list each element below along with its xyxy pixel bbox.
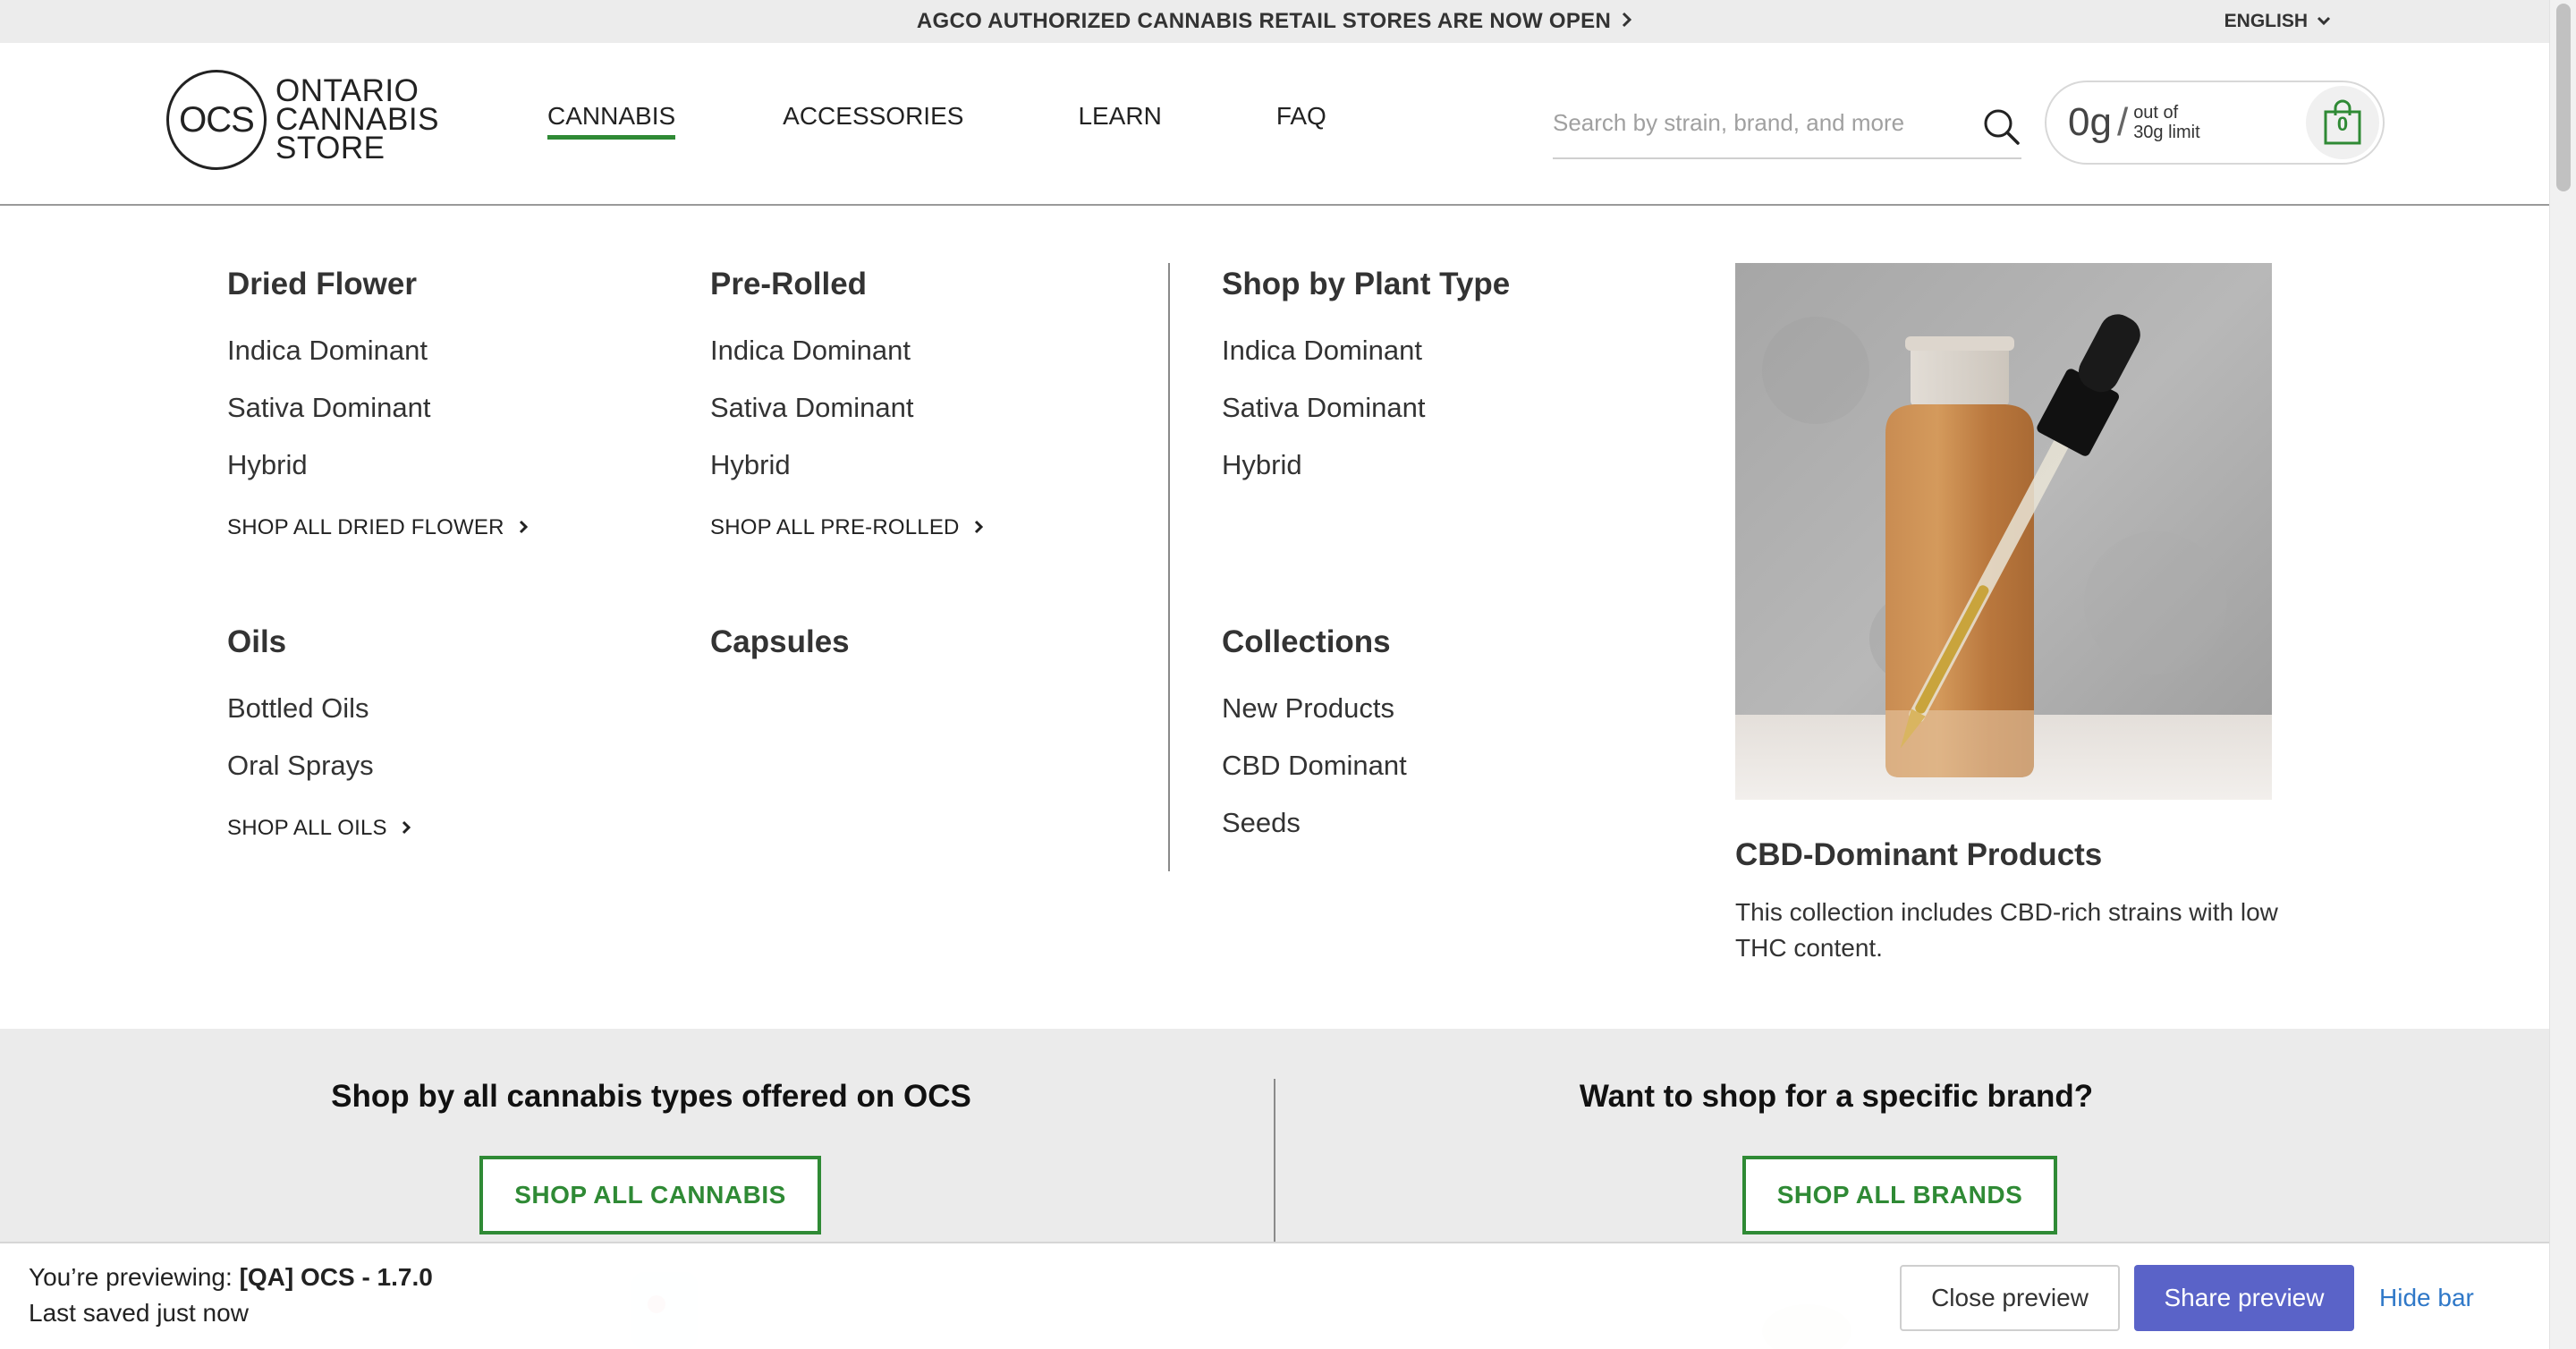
language-selector[interactable]: ENGLISH <box>2224 0 2331 43</box>
shop-all-brands-button[interactable]: SHOP ALL BRANDS <box>1742 1156 2057 1234</box>
preview-status: You’re previewing: [QA] OCS - 1.7.0 <box>29 1263 433 1292</box>
menu-link[interactable]: Sativa Dominant <box>710 379 983 437</box>
menu-link[interactable]: Sativa Dominant <box>227 379 528 437</box>
menu-group-capsules: Capsules <box>710 624 850 680</box>
shop-all-cannabis-section: Shop by all cannabis types offered on OC… <box>0 1029 1275 1243</box>
shop-all-dried-flower-link[interactable]: SHOP ALL DRIED FLOWER <box>227 515 528 540</box>
preview-theme-name: [QA] OCS - 1.7.0 <box>239 1263 433 1291</box>
hide-bar-link[interactable]: Hide bar <box>2379 1265 2474 1331</box>
preview-saved: Last saved just now <box>29 1299 249 1327</box>
logo-mark: OCS <box>166 70 267 170</box>
chevron-right-icon <box>1622 12 1632 32</box>
menu-link[interactable]: Oral Sprays <box>227 737 411 794</box>
group-title[interactable]: Pre-Rolled <box>710 267 983 302</box>
cart-count: 0 <box>2336 113 2349 135</box>
group-title: Shop by Plant Type <box>1222 267 1511 301</box>
announcement-text[interactable]: AGCO AUTHORIZED CANNABIS RETAIL STORES A… <box>917 9 1611 34</box>
menu-link[interactable]: Sativa Dominant <box>1222 379 1510 437</box>
menu-link[interactable]: New Products <box>1222 680 1407 737</box>
shop-all-band: Shop by all cannabis types offered on OC… <box>0 1029 2549 1243</box>
ocs-logo[interactable]: OCS ONTARIO CANNABIS STORE <box>166 70 439 170</box>
main-nav: CANNABIS ACCESSORIES LEARN FAQ <box>547 102 1434 140</box>
shop-all-pre-rolled-link[interactable]: SHOP ALL PRE-ROLLED <box>710 515 983 540</box>
menu-group-pre-rolled: Pre-Rolled Indica Dominant Sativa Domina… <box>710 267 983 540</box>
menu-link[interactable]: CBD Dominant <box>1222 737 1407 794</box>
band-title: Shop by all cannabis types offered on OC… <box>331 1079 971 1114</box>
cart-limit: out of 30g limit <box>2133 103 2199 142</box>
logo-line: STORE <box>275 131 386 165</box>
logo-wordmark: ONTARIO CANNABIS STORE <box>275 75 439 165</box>
menu-link[interactable]: Hybrid <box>710 437 983 494</box>
promo-image[interactable] <box>1735 263 2272 800</box>
group-title[interactable]: Dried Flower <box>227 267 528 302</box>
menu-link[interactable]: Bottled Oils <box>227 680 411 737</box>
shopping-bag-icon[interactable]: 0 <box>2306 86 2379 159</box>
menu-group-collections: Collections New Products CBD Dominant Se… <box>1222 624 1407 852</box>
menu-link[interactable]: Hybrid <box>227 437 528 494</box>
menu-link[interactable]: Hybrid <box>1222 437 1510 494</box>
group-title[interactable]: Oils <box>227 624 411 660</box>
search-bar <box>1553 98 2021 159</box>
shop-all-label: SHOP ALL PRE-ROLLED <box>710 515 960 539</box>
shop-all-label: SHOP ALL OILS <box>227 816 387 840</box>
cart-limit-line: out of <box>2133 103 2179 123</box>
menu-link[interactable]: Indica Dominant <box>710 322 983 379</box>
menu-link[interactable]: Indica Dominant <box>1222 322 1510 379</box>
chevron-right-icon <box>402 816 411 841</box>
announcement-bar[interactable]: AGCO AUTHORIZED CANNABIS RETAIL STORES A… <box>0 0 2549 43</box>
shop-all-cannabis-button[interactable]: SHOP ALL CANNABIS <box>479 1156 821 1234</box>
cart-widget[interactable]: 0g / out of 30g limit 0 <box>2045 81 2385 165</box>
shop-all-oils-link[interactable]: SHOP ALL OILS <box>227 816 411 841</box>
page-scrollbar[interactable] <box>2549 0 2576 1349</box>
close-preview-button[interactable]: Close preview <box>1900 1265 2120 1331</box>
promo-text: This collection includes CBD-rich strain… <box>1735 898 2278 962</box>
nav-item-cannabis[interactable]: CANNABIS <box>547 102 676 140</box>
cart-amount: 0g <box>2068 100 2112 144</box>
cart-slash: / <box>2116 100 2129 144</box>
scrollbar-thumb[interactable] <box>2556 4 2571 191</box>
cart-limit-line: 30g limit <box>2133 123 2200 142</box>
nav-item-learn[interactable]: LEARN <box>1078 102 1161 136</box>
preview-label: You’re previewing: <box>29 1263 233 1291</box>
menu-link[interactable]: Seeds <box>1222 794 1407 852</box>
shop-all-label: SHOP ALL DRIED FLOWER <box>227 515 504 539</box>
menu-group-oils: Oils Bottled Oils Oral Sprays SHOP ALL O… <box>227 624 411 841</box>
chevron-right-icon <box>519 515 528 540</box>
chevron-down-icon <box>2317 11 2331 32</box>
chevron-right-icon <box>974 515 983 540</box>
cannabis-mega-menu: Dried Flower Indica Dominant Sativa Domi… <box>0 206 2549 1029</box>
menu-link[interactable]: Indica Dominant <box>227 322 528 379</box>
menu-divider <box>1168 263 1170 871</box>
band-title: Want to shop for a specific brand? <box>1579 1079 2094 1114</box>
share-preview-button[interactable]: Share preview <box>2134 1265 2354 1331</box>
group-title[interactable]: Capsules <box>710 624 850 660</box>
promo-title[interactable]: CBD-Dominant Products <box>1735 837 2102 873</box>
group-title: Collections <box>1222 624 1391 659</box>
shop-all-brands-section: Want to shop for a specific brand? SHOP … <box>1275 1029 2549 1243</box>
menu-group-plant-type: Shop by Plant Type Indica Dominant Sativ… <box>1222 267 1510 494</box>
search-input[interactable] <box>1553 98 1955 137</box>
nav-item-faq[interactable]: FAQ <box>1276 102 1326 136</box>
search-icon[interactable] <box>1982 107 2021 151</box>
theme-preview-bar: You’re previewing: [QA] OCS - 1.7.0 Last… <box>0 1242 2549 1349</box>
nav-item-accessories[interactable]: ACCESSORIES <box>783 102 963 136</box>
site-header: OCS ONTARIO CANNABIS STORE CANNABIS ACCE… <box>0 43 2549 206</box>
menu-group-dried-flower: Dried Flower Indica Dominant Sativa Domi… <box>227 267 528 540</box>
language-label: ENGLISH <box>2224 11 2308 31</box>
